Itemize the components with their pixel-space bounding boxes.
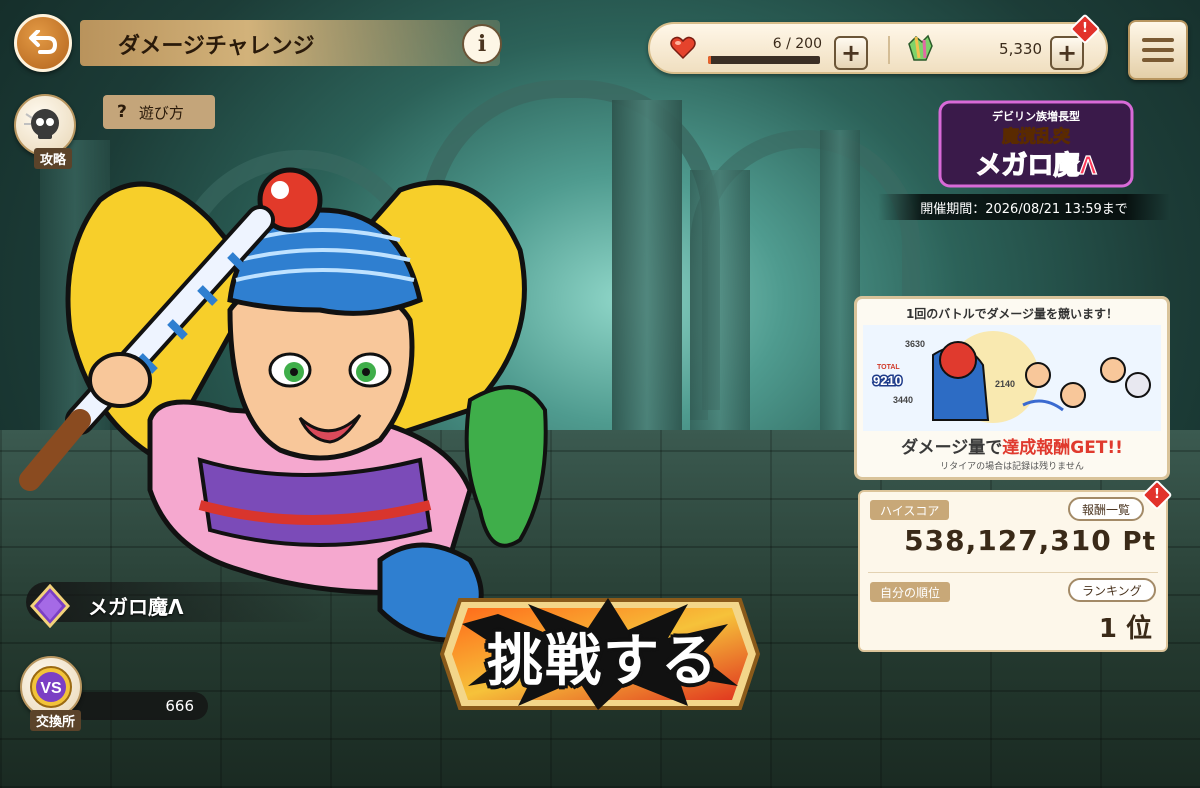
strategy-button[interactable]	[14, 94, 76, 156]
svg-text:3630: 3630	[905, 339, 925, 349]
add-gems-button[interactable]: +	[1050, 36, 1084, 70]
svg-text:TOTAL: TOTAL	[877, 364, 900, 371]
stamina-bar-fill	[708, 56, 712, 64]
boss-character-art	[19, 167, 548, 643]
menu-line	[1142, 48, 1174, 52]
exchange-label: 交換所	[30, 710, 82, 731]
my-rank-label: 自分の順位	[870, 582, 951, 602]
highscore-value: 538,127,310 Pt	[904, 524, 1156, 557]
challenge-label: 挑戦する	[487, 629, 719, 694]
svg-text:VS: VS	[40, 680, 62, 697]
how-to-play-label: 遊び方	[138, 103, 184, 122]
svg-text:9210: 9210	[873, 373, 902, 388]
svg-text:3440: 3440	[893, 395, 913, 405]
event-banner[interactable]: 1回のバトルでダメージ量を競います！ 3630 TOTAL 9210 3440 …	[854, 296, 1170, 480]
banner-cta: ダメージ量で達成報酬GET!!	[901, 438, 1123, 458]
gem-value: 5,330	[999, 40, 1042, 58]
menu-button[interactable]	[1128, 20, 1188, 80]
heart-icon	[670, 36, 696, 60]
stamina-value: 6 / 200	[772, 36, 822, 52]
page-title: ダメージチャレンジ	[118, 34, 315, 59]
ranking-button[interactable]: ランキング	[1068, 578, 1156, 602]
vs-medal-icon: VS	[30, 666, 72, 708]
resource-divider	[888, 36, 890, 64]
stamina-bar	[708, 56, 820, 64]
banner-headline: 1回のバトルでダメージ量を競います！	[905, 307, 1119, 321]
info-button[interactable]: i	[462, 24, 502, 64]
banner-art: 3630 TOTAL 9210 3440 2140	[863, 325, 1161, 431]
highscore-label: ハイスコア	[870, 500, 950, 520]
bg-pillar	[690, 170, 750, 470]
menu-line	[1142, 38, 1174, 42]
add-stamina-button[interactable]: +	[834, 36, 868, 70]
panel-divider	[868, 572, 1158, 573]
back-arrow-icon	[29, 30, 58, 54]
svg-text:2140: 2140	[995, 379, 1015, 389]
banner-note: リタイアの場合は記録は残りません	[940, 462, 1084, 472]
event-period: 開催期間：2026/08/21 13:59まで	[878, 194, 1170, 220]
exchange-count: 666	[165, 697, 194, 715]
how-to-play-button[interactable]: ? 遊び方	[103, 95, 215, 129]
back-button[interactable]	[14, 14, 72, 72]
gem-icon	[908, 34, 933, 61]
svg-text:デビリン族増長型: デビリン族増長型	[992, 109, 1080, 123]
event-logo: デビリン族増長型 魔撹乱突 メガロ魔Λ	[938, 100, 1134, 188]
rewards-list-button[interactable]: 報酬一覧	[1068, 497, 1145, 521]
rank-value: 1 位	[1098, 614, 1152, 644]
svg-text:魔撹乱突: 魔撹乱突	[1002, 126, 1070, 146]
question-icon: ?	[117, 102, 127, 122]
skull-icon	[24, 109, 59, 139]
svg-text:メガロ魔Λ: メガロ魔Λ	[975, 150, 1097, 180]
menu-line	[1142, 58, 1174, 62]
bg-pillar	[612, 100, 682, 430]
exchange-button[interactable]: VS	[20, 656, 82, 718]
